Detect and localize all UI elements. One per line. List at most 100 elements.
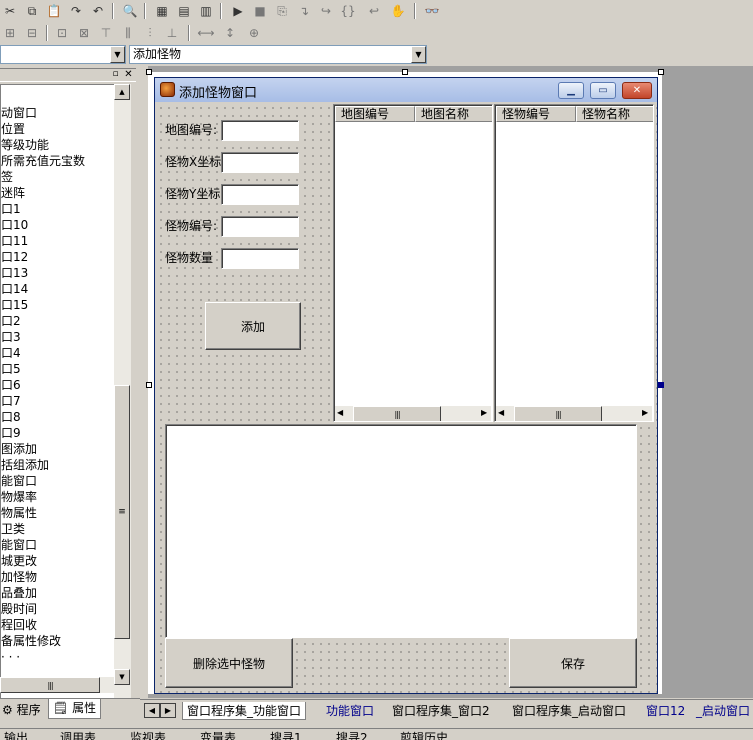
tree-item[interactable]: 迷阵 [1, 185, 25, 201]
tab-editor-2[interactable]: 功能窗口 [326, 702, 374, 720]
scroll-thumb[interactable]: ≡ [114, 385, 130, 639]
cut-icon[interactable]: ✂ [0, 2, 20, 20]
map-list-hthumb[interactable]: ||| [353, 406, 441, 421]
step-over-icon[interactable]: ↪ [316, 2, 336, 20]
align-top-icon[interactable]: ⊡ [52, 24, 72, 42]
chevron-down-icon[interactable]: ▼ [110, 46, 125, 63]
same-height-icon[interactable]: ↕ [220, 24, 240, 42]
save-button[interactable]: 保存 [509, 638, 637, 688]
monster-x-field[interactable] [221, 152, 299, 173]
close-icon[interactable]: ✕ [123, 69, 134, 80]
restore-icon[interactable]: ▫ [110, 69, 121, 80]
find-icon[interactable]: 🔍 [120, 2, 140, 20]
tree-item[interactable]: 口14 [1, 281, 28, 297]
tab-editor-1[interactable]: 窗口程序集_功能窗口 [182, 702, 307, 720]
tab-scroll-left-icon[interactable]: ◀ [144, 703, 160, 718]
hscroll-thumb[interactable]: ||| [0, 677, 100, 693]
stop-icon[interactable]: ■ [250, 2, 270, 20]
run-icon[interactable]: ▶ [228, 2, 248, 20]
tree-item[interactable]: 所需充值元宝数 [1, 153, 85, 169]
window-tile-icon[interactable]: ▥ [196, 2, 216, 20]
tree-item[interactable]: 口12 [1, 249, 28, 265]
tree-item[interactable]: · · · [1, 649, 20, 665]
tree-item[interactable]: 程回收 [1, 617, 37, 633]
align-bottom-icon[interactable]: ⊤ [96, 24, 116, 42]
tab-scroll-right-icon[interactable]: ▶ [160, 703, 176, 718]
tree-item[interactable]: 能窗口 [1, 537, 37, 553]
window-titlebar[interactable]: 添加怪物窗口 ▁ ▭ ✕ [155, 78, 657, 102]
scroll-up-icon[interactable]: ▲ [114, 84, 130, 100]
tab-search1[interactable]: 搜寻1 [270, 731, 302, 740]
map-list[interactable]: 地图编号 地图名称 ◀ ||| ▶ [333, 104, 493, 422]
scroll-left-icon[interactable]: ◀ [337, 408, 343, 417]
binoculars-icon[interactable]: 👓 [422, 2, 442, 20]
tab-callstack[interactable]: 调用表 [60, 731, 96, 740]
step-out-icon[interactable]: ↩ [364, 2, 384, 20]
chevron-down-icon[interactable]: ▼ [411, 46, 426, 63]
align-right-icon[interactable]: ⊟ [22, 24, 42, 42]
monster-list-header-name[interactable]: 怪物名称 [576, 106, 653, 122]
tree-item[interactable]: 等级功能 [1, 137, 49, 153]
monster-id-field[interactable] [221, 216, 299, 237]
resize-handle[interactable] [402, 69, 408, 75]
tree-hscrollbar[interactable]: ||| [0, 677, 114, 693]
step-icon[interactable]: ⎘ [272, 2, 292, 20]
tree-item[interactable]: 口4 [1, 345, 21, 361]
tree-item[interactable]: 动窗口 [1, 105, 37, 121]
tab-properties[interactable]: 🗒 属性 [48, 699, 102, 719]
tree-item[interactable]: 口8 [1, 409, 21, 425]
monster-list-hscroll[interactable]: ◀ ||| ▶ [496, 406, 652, 421]
tree-item[interactable]: 口10 [1, 217, 28, 233]
output-edit-box[interactable] [165, 424, 637, 638]
tab-search2[interactable]: 搜寻2 [336, 731, 368, 740]
tab-editor-4[interactable]: 窗口程序集_启动窗口 [512, 702, 626, 720]
align-left-icon[interactable]: ⊞ [0, 24, 20, 42]
copy-icon[interactable]: ⧉ [22, 2, 42, 20]
tree-scrollbar[interactable]: ▲ ≡ ▼ [114, 84, 131, 702]
tab-clip-history[interactable]: 剪辑历史 [400, 731, 448, 740]
tree-item[interactable]: 口3 [1, 329, 21, 345]
tab-program[interactable]: ⚙ 程序 [2, 701, 41, 719]
tab-watch[interactable]: 监视表 [130, 731, 166, 740]
tree-item[interactable]: 卫类 [1, 521, 25, 537]
step-into-icon[interactable]: ↴ [294, 2, 314, 20]
center-icon[interactable]: ⊥ [162, 24, 182, 42]
tree-item[interactable]: 口1 [1, 201, 21, 217]
resize-handle[interactable] [146, 69, 152, 75]
tree-item[interactable]: 口2 [1, 313, 21, 329]
scroll-right-icon[interactable]: ▶ [642, 408, 648, 417]
tab-editor-6[interactable]: _启动窗口 [696, 702, 750, 720]
resize-handle[interactable] [658, 69, 664, 75]
scroll-down-icon[interactable]: ▼ [114, 669, 130, 685]
object-combo[interactable]: ▼ [0, 45, 126, 64]
tree-item[interactable]: 图添加 [1, 441, 37, 457]
monster-list[interactable]: 怪物编号 怪物名称 ◀ ||| ▶ [494, 104, 654, 422]
tree-item[interactable]: 物属性 [1, 505, 37, 521]
map-list-hscroll[interactable]: ◀ ||| ▶ [335, 406, 491, 421]
resize-handle-active[interactable] [658, 382, 664, 388]
monster-list-hthumb[interactable]: ||| [514, 406, 602, 421]
tree-item[interactable]: 位置 [1, 121, 25, 137]
tree-item[interactable]: 签 [1, 169, 13, 185]
tree-item[interactable]: 口15 [1, 297, 28, 313]
paste-icon[interactable]: 📋 [44, 2, 64, 20]
maximize-icon[interactable]: ▭ [590, 82, 616, 99]
tree-item[interactable]: 物爆率 [1, 489, 37, 505]
monster-count-field[interactable] [221, 248, 299, 269]
tree-item[interactable]: 殿时间 [1, 601, 37, 617]
step-braces-icon[interactable]: {} [338, 2, 358, 20]
tree-item[interactable]: 口7 [1, 393, 21, 409]
tab-variables[interactable]: 变量表 [200, 731, 236, 740]
scroll-left-icon[interactable]: ◀ [498, 408, 504, 417]
undo-icon[interactable]: ↶ [88, 2, 108, 20]
tab-output[interactable]: 输出 [4, 731, 28, 740]
tree-item[interactable]: 口6 [1, 377, 21, 393]
minimize-icon[interactable]: ▁ [558, 82, 584, 99]
window-split-icon[interactable]: ▤ [174, 2, 194, 20]
tree-item[interactable]: 口13 [1, 265, 28, 281]
monster-list-header-id[interactable]: 怪物编号 [496, 106, 576, 122]
hand-icon[interactable]: ✋ [388, 2, 408, 20]
redo-icon[interactable]: ↷ [66, 2, 86, 20]
tab-editor-3[interactable]: 窗口程序集_窗口2 [392, 702, 490, 720]
close-icon[interactable]: ✕ [622, 82, 652, 99]
